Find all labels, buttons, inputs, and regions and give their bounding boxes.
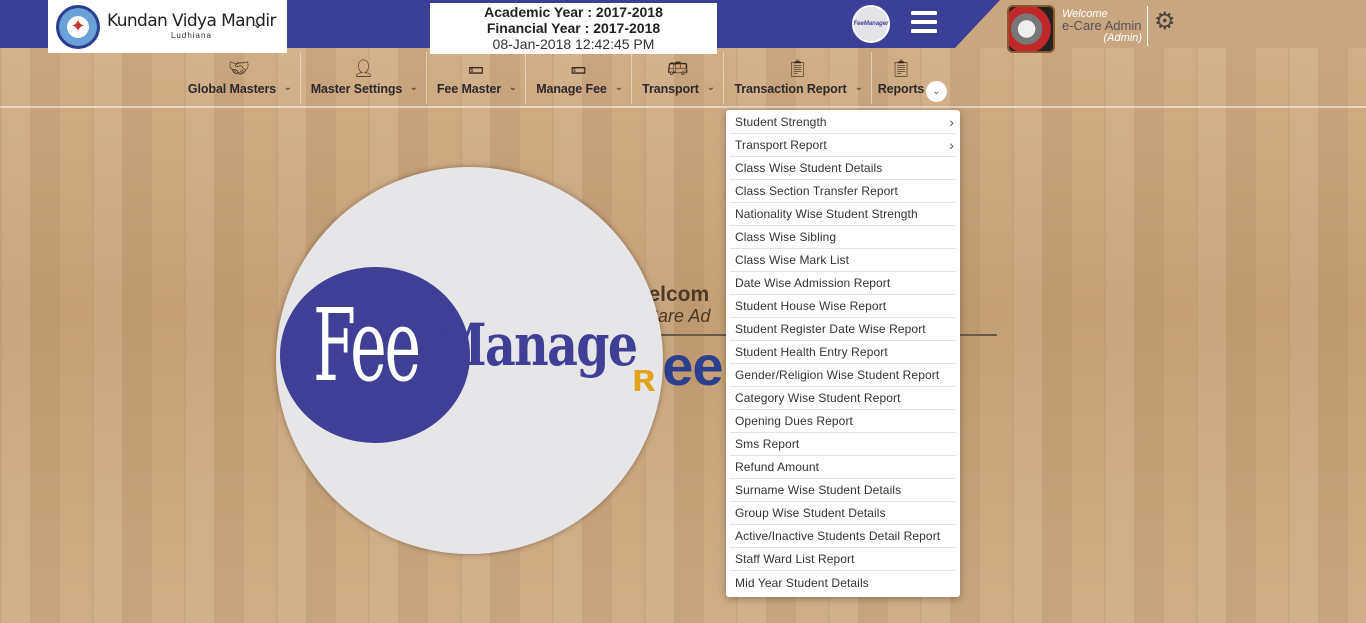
user-name: e-Care Admin: [1062, 18, 1142, 33]
reports-menu-item[interactable]: Refund Amount: [730, 456, 956, 479]
menu-item-label: Category Wise Student Report: [735, 391, 901, 405]
money-icon: 💵︎: [570, 59, 587, 78]
brand-logo[interactable]: FeeManager: [852, 5, 890, 43]
reports-menu-item[interactable]: Staff Ward List Report: [730, 548, 956, 571]
bus-icon: 🚌︎: [666, 59, 689, 78]
menu-item-label: Refund Amount: [735, 460, 820, 474]
nav-transport[interactable]: 🚌︎ Transport ⌄: [632, 52, 723, 104]
brand-logo-text: FeeManager: [853, 21, 889, 27]
menu-item-label: Surname Wise Student Details: [735, 483, 902, 497]
nav-manage-fee[interactable]: 💵︎ Manage Fee ⌄: [526, 52, 631, 104]
school-text: Kundan Vidya Mandir Ludhiana: [107, 13, 276, 40]
hamburger-menu-icon[interactable]: [911, 11, 937, 33]
reports-menu-item[interactable]: Student Health Entry Report: [730, 341, 956, 364]
school-name: Kundan Vidya Mandir: [107, 11, 276, 31]
nav-label: Global Masters: [187, 82, 277, 96]
reports-menu-item[interactable]: Class Wise Mark List: [730, 249, 956, 272]
chevron-down-icon: ⌄: [854, 82, 863, 93]
nav-reports[interactable]: 📋︎ Reports: [872, 52, 930, 104]
reports-menu-item[interactable]: Active/Inactive Students Detail Report: [730, 525, 956, 548]
current-datetime: 08-Jan-2018 12:42:45 PM: [492, 36, 655, 52]
menu-item-label: Student Health Entry Report: [735, 345, 888, 359]
menu-item-label: Transport Report: [735, 138, 827, 152]
nav-label: Fee Master: [436, 82, 502, 96]
nav-label: Master Settings: [310, 82, 403, 96]
reports-dropdown: Student Strength › Transport Report › Class …: [726, 110, 960, 597]
user-info: Welcome e-Care Admin (Admin): [1062, 8, 1142, 44]
logo-fee-text: Fee: [313, 287, 421, 404]
user-avatar[interactable]: [1007, 5, 1055, 53]
report-icon: 📋︎: [786, 59, 809, 78]
financial-year: Financial Year : 2017-2018: [486, 20, 661, 36]
chevron-down-icon: ⌄: [614, 82, 623, 93]
menu-item-label: Student House Wise Report: [735, 299, 887, 313]
menu-item-label: Gender/Religion Wise Student Report: [735, 368, 940, 382]
menu-item-label: Active/Inactive Students Detail Report: [735, 529, 941, 543]
handshake-icon: 🤝︎: [228, 59, 250, 78]
menu-item-label: Class Section Transfer Report: [735, 184, 898, 198]
report-icon: 📋︎: [890, 59, 912, 78]
nav-fee-master[interactable]: 💵︎ Fee Master ⌄: [427, 52, 525, 104]
reports-menu-item[interactable]: Sms Report: [730, 433, 956, 456]
nav-label: Transport: [642, 82, 699, 96]
chevron-down-icon: ⌄: [508, 82, 517, 93]
main-nav: 🤝︎ Global Masters ⌄ 👤︎ Master Settings ⌄…: [178, 52, 930, 104]
chevron-right-icon: ›: [949, 114, 954, 130]
reports-menu-item[interactable]: Class Section Transfer Report: [730, 180, 956, 203]
school-selector[interactable]: ✦ Kundan Vidya Mandir Ludhiana ⌄: [48, 0, 287, 53]
nav-underline: [0, 106, 1366, 108]
reports-menu-item[interactable]: Surname Wise Student Details: [730, 479, 956, 502]
reports-menu-item[interactable]: Opening Dues Report: [730, 410, 956, 433]
reports-menu-item[interactable]: Date Wise Admission Report: [730, 272, 956, 295]
logo-r-mark: ʀ: [632, 356, 656, 400]
reports-menu-item[interactable]: Student House Wise Report: [730, 295, 956, 318]
reports-menu-item[interactable]: Student Register Date Wise Report: [730, 318, 956, 341]
money-icon: 💵︎: [468, 59, 484, 78]
reports-menu-item[interactable]: Category Wise Student Report: [730, 387, 956, 410]
menu-item-label: Class Wise Sibling: [735, 230, 837, 244]
menu-item-label: Sms Report: [735, 437, 800, 451]
school-emblem-icon: ✦: [56, 4, 100, 49]
nav-global-masters[interactable]: 🤝︎ Global Masters ⌄: [178, 52, 300, 104]
menu-item-label: Student Register Date Wise Report: [735, 322, 926, 336]
reports-menu-item[interactable]: Class Wise Student Details: [730, 157, 956, 180]
chevron-right-icon: ›: [949, 137, 954, 153]
chevron-down-icon: ⌄: [409, 82, 418, 93]
reports-menu-item[interactable]: Gender/Religion Wise Student Report: [730, 364, 956, 387]
menu-item-label: Class Wise Student Details: [735, 161, 883, 175]
menu-item-label: Mid Year Student Details: [735, 575, 869, 590]
chevron-down-icon[interactable]: ⌄: [926, 81, 947, 102]
header-slant: [955, 0, 1000, 48]
user-role: (Admin): [1103, 32, 1142, 44]
chevron-down-icon: ⌄: [706, 82, 715, 93]
reports-menu-item[interactable]: Mid Year Student Details: [730, 571, 956, 594]
nav-transaction-report[interactable]: 📋︎ Transaction Report ⌄: [724, 52, 871, 104]
menu-item-label: Nationality Wise Student Strength: [735, 207, 918, 221]
school-city: Ludhiana: [170, 31, 212, 40]
reports-menu-item[interactable]: Group Wise Student Details: [730, 502, 956, 525]
logo-manager-text: Manage: [434, 311, 638, 379]
user-edit-icon: 👤︎: [352, 59, 375, 78]
chevron-down-icon: ⌄: [283, 82, 292, 93]
menu-item-label: Class Wise Mark List: [735, 253, 850, 267]
gear-icon[interactable]: ⚙: [1154, 10, 1176, 34]
nav-label: Transaction Report: [734, 82, 847, 96]
session-info: Academic Year : 2017-2018 Financial Year…: [430, 3, 717, 54]
academic-year: Academic Year : 2017-2018: [484, 4, 663, 20]
menu-item-label: Date Wise Admission Report: [735, 276, 891, 290]
nav-label: Reports: [877, 82, 925, 96]
reports-menu-item[interactable]: Nationality Wise Student Strength: [730, 203, 956, 226]
reports-menu-item[interactable]: Class Wise Sibling: [730, 226, 956, 249]
menu-item-label: Staff Ward List Report: [735, 552, 855, 566]
chevron-down-icon[interactable]: ⌄: [252, 15, 264, 32]
menu-item-label: Student Strength: [735, 115, 827, 129]
menu-item-label: Group Wise Student Details: [735, 506, 886, 520]
nav-label: Manage Fee: [536, 82, 607, 96]
reports-menu-item[interactable]: Student Strength ›: [730, 111, 956, 134]
user-divider: [1147, 6, 1148, 46]
reports-menu-item[interactable]: Transport Report ›: [730, 134, 956, 157]
nav-master-settings[interactable]: 👤︎ Master Settings ⌄: [301, 52, 426, 104]
menu-item-label: Opening Dues Report: [735, 414, 853, 428]
